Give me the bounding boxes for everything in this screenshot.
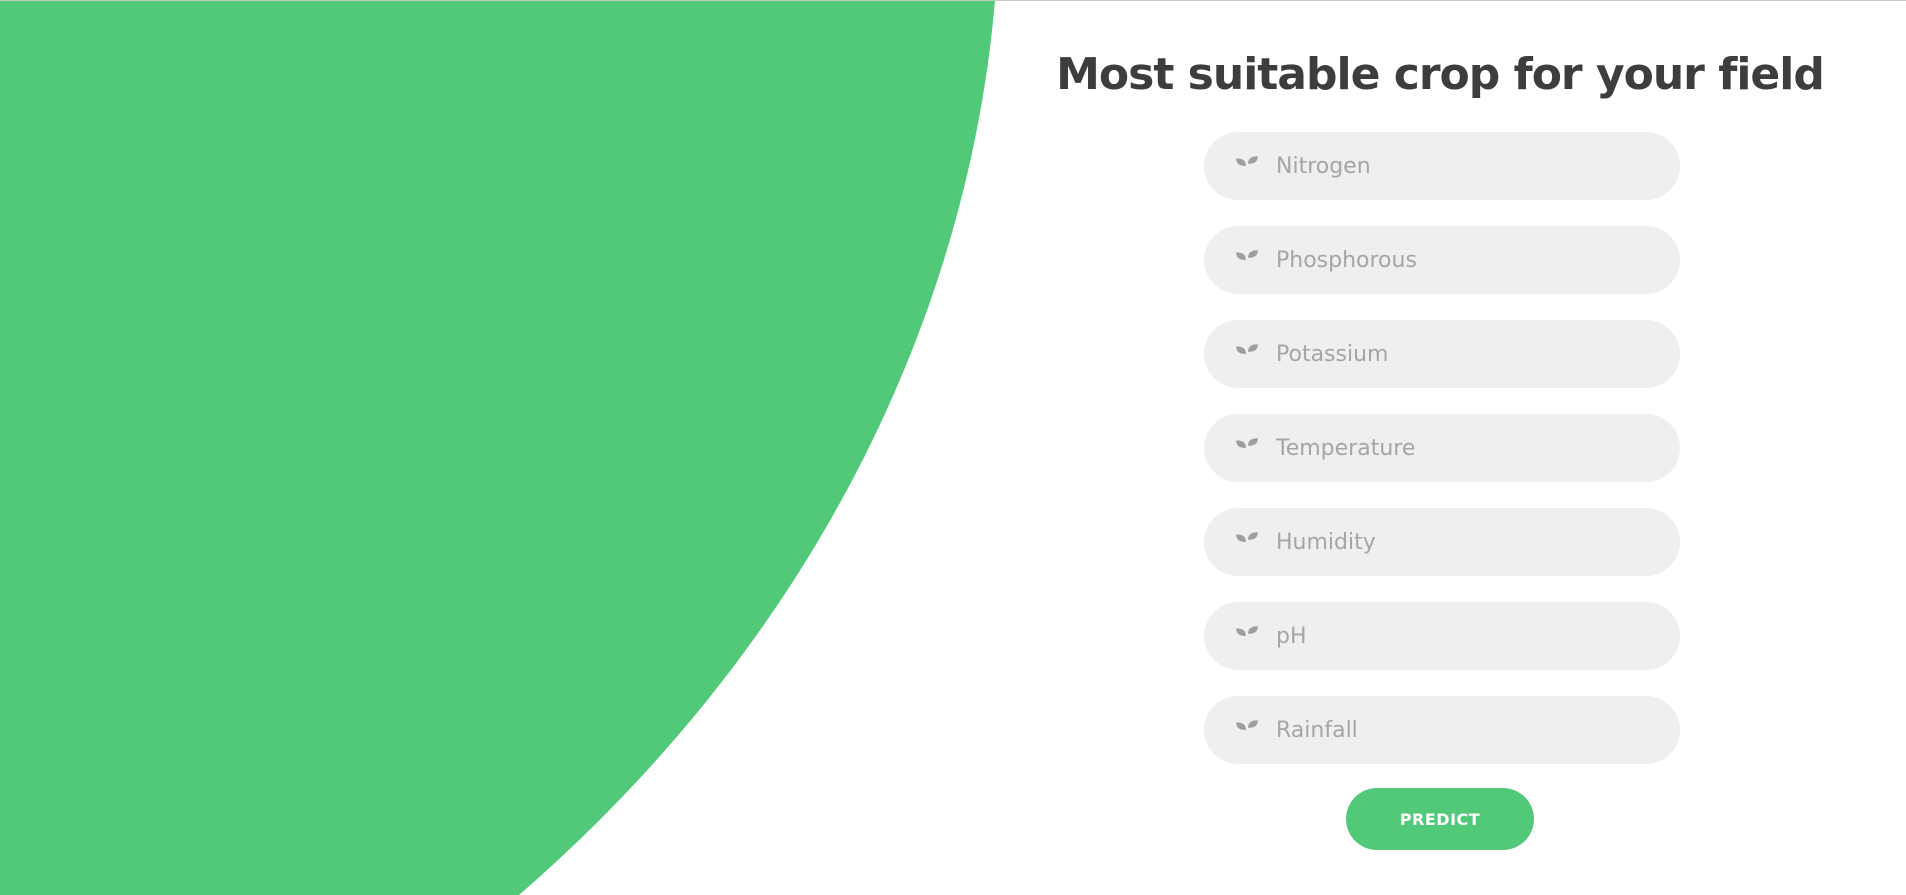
phosphorous-field[interactable] bbox=[1204, 226, 1680, 294]
predict-button[interactable]: PREDICT bbox=[1346, 788, 1534, 850]
sprout-icon bbox=[1236, 626, 1258, 647]
temperature-field[interactable] bbox=[1204, 414, 1680, 482]
nitrogen-field[interactable] bbox=[1204, 132, 1680, 200]
humidity-field[interactable] bbox=[1204, 508, 1680, 576]
humidity-input[interactable] bbox=[1276, 508, 1656, 576]
sprout-icon bbox=[1236, 156, 1258, 177]
sprout-icon bbox=[1236, 344, 1258, 365]
page-title: Most suitable crop for your field bbox=[1056, 49, 1825, 100]
rainfall-input[interactable] bbox=[1276, 696, 1656, 764]
sprout-icon bbox=[1236, 438, 1258, 459]
sprout-icon bbox=[1236, 720, 1258, 741]
ph-input[interactable] bbox=[1276, 602, 1656, 670]
ph-field[interactable] bbox=[1204, 602, 1680, 670]
rainfall-field[interactable] bbox=[1204, 696, 1680, 764]
green-arc bbox=[0, 0, 995, 895]
temperature-input[interactable] bbox=[1276, 414, 1656, 482]
potassium-field[interactable] bbox=[1204, 320, 1680, 388]
sprout-icon bbox=[1236, 250, 1258, 271]
potassium-input[interactable] bbox=[1276, 320, 1656, 388]
phosphorous-input[interactable] bbox=[1276, 226, 1656, 294]
prediction-form: Most suitable crop for your field Nitrog… bbox=[1056, 0, 1825, 895]
nitrogen-input[interactable] bbox=[1276, 132, 1656, 200]
sprout-icon bbox=[1236, 532, 1258, 553]
